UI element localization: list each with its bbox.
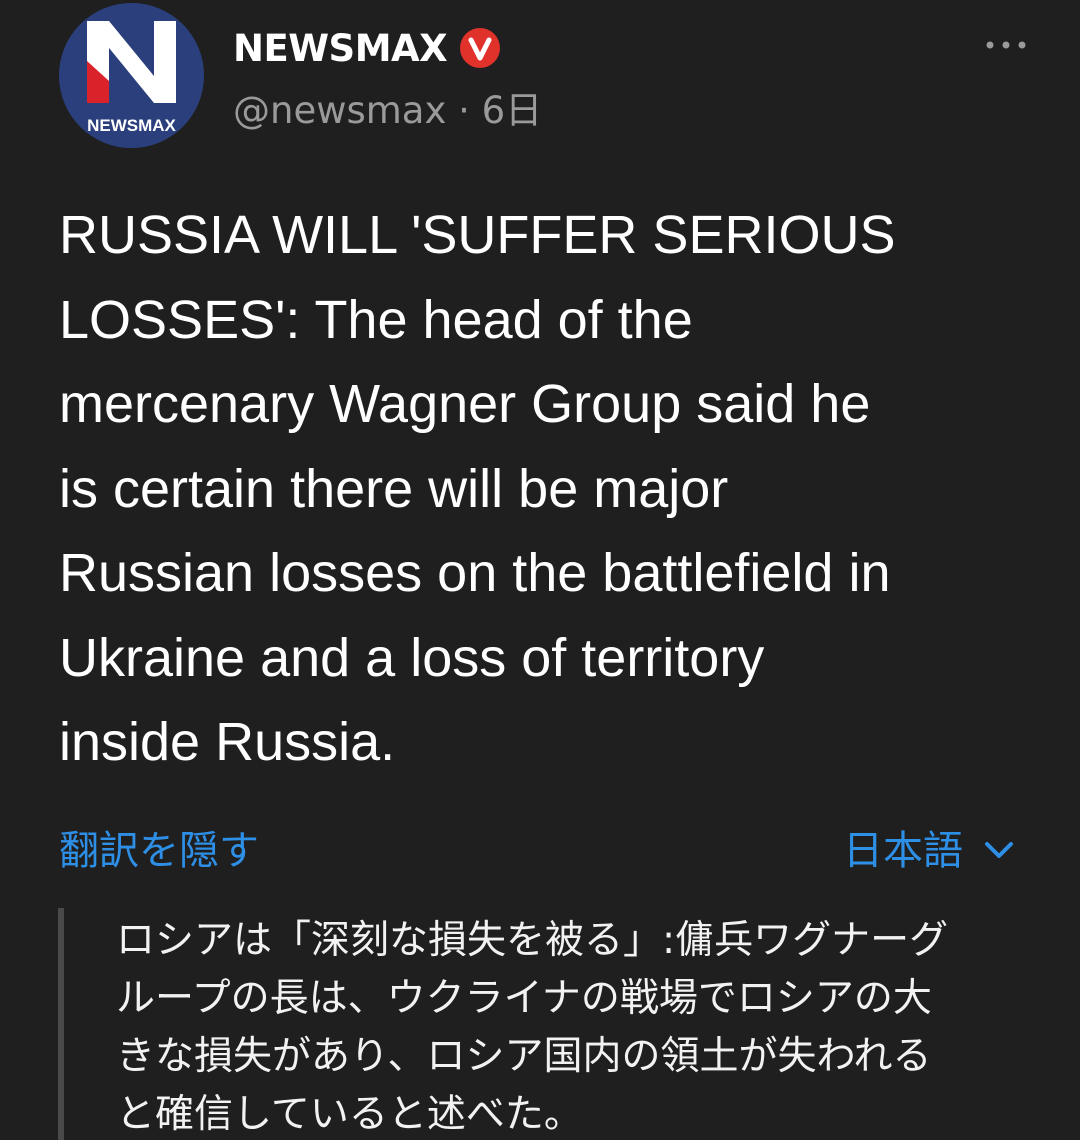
author-line: NEWSMAX: [233, 22, 501, 74]
translation-language-label: 日本語: [843, 828, 963, 874]
translation-language-select[interactable]: 日本語: [843, 818, 1017, 876]
newsmax-logo: NEWSMAX: [59, 3, 204, 148]
author-meta: @newsmax · 6日: [233, 80, 542, 134]
translated-text: ロシアは「深刻な損失を被る」:傭兵ワグナーグ ループの長は、ウクライナの戦場でロ…: [116, 918, 949, 1137]
hide-translation-link[interactable]: 翻訳を隠す: [59, 818, 259, 876]
translation-quote-bar: [58, 908, 64, 1140]
tweet-time[interactable]: 6日: [482, 89, 543, 132]
avatar-logo-text: NEWSMAX: [87, 116, 176, 135]
author-avatar[interactable]: NEWSMAX: [59, 3, 204, 148]
more-options-icon[interactable]: [982, 30, 1030, 60]
chevron-down-icon: [981, 832, 1017, 868]
tweet-text: RUSSIA WILL 'SUFFER SERIOUS LOSSES': The…: [59, 205, 896, 772]
author-handle[interactable]: @newsmax: [233, 89, 446, 132]
verified-badge-icon: [459, 27, 501, 69]
meta-separator: ·: [458, 89, 470, 132]
author-display-name[interactable]: NEWSMAX: [233, 27, 448, 70]
